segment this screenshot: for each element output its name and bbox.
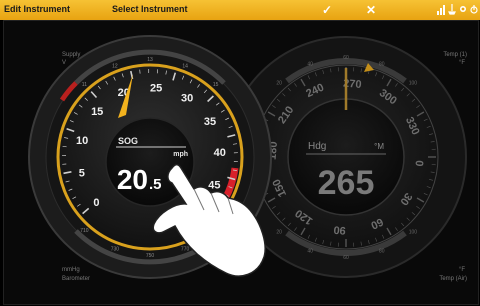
temp-air-scale-label: 60: [343, 255, 349, 261]
temp1-scale-label: 20: [276, 81, 282, 87]
sog-tick-label: 5: [79, 168, 85, 180]
barometer-scale-label: 730: [111, 247, 120, 253]
temp-air-scale-label: 40: [307, 248, 313, 254]
gauge-canvas: 0306090120150180210240 270300330204060801…: [28, 35, 467, 282]
sog-tick-label: 40: [214, 147, 226, 159]
sog-value-integer: 20: [117, 164, 148, 195]
temp-air-scale-label: 80: [379, 248, 385, 254]
supply-scale-label: 15: [213, 82, 219, 88]
barometer-scale-label: 710: [80, 228, 89, 234]
temp-air-label: Temp (Air): [439, 276, 467, 282]
supply-scale-label: 13: [147, 57, 153, 63]
heading-value: 265: [318, 164, 375, 202]
temp1-scale-label: 100: [409, 81, 418, 87]
sog-tick-label: 30: [181, 93, 193, 105]
sog-unit: mph: [173, 151, 188, 158]
barometer-unit: mmHg: [62, 267, 80, 273]
sog-tick-label: 10: [76, 135, 88, 147]
sog-value-decimal: .5: [149, 176, 162, 193]
sog-tick-label: 45: [208, 179, 220, 191]
temp1-label: Temp (1): [443, 52, 467, 58]
sog-tick-label: 0: [93, 197, 99, 209]
barometer-scale-label: 770: [181, 247, 190, 253]
sog-tick-label: 15: [91, 106, 103, 118]
supply-scale-label: 14: [182, 64, 188, 70]
heading-unit: °M: [374, 142, 384, 151]
supply-unit: V: [62, 60, 66, 66]
temp1-scale-label: 40: [307, 62, 313, 68]
temp-air-unit: °F: [459, 267, 465, 273]
sog-label: SOG: [118, 136, 138, 146]
barometer-scale-label: 750: [146, 253, 155, 259]
sog-tick-mark: [62, 145, 67, 148]
sog-tick-label: 25: [150, 82, 162, 94]
temp1-unit: °F: [459, 60, 465, 66]
temp-air-scale-label: 20: [276, 229, 282, 235]
heading-label: Hdg: [308, 141, 326, 152]
barometer-label: Barometer: [62, 276, 90, 282]
heading-tick-label: 0: [412, 160, 424, 167]
supply-scale-label: 12: [112, 64, 118, 70]
temp1-scale-label: 80: [379, 62, 385, 68]
temp-air-scale-label: 100: [409, 229, 418, 235]
supply-scale-label: 11: [82, 82, 87, 88]
sog-tick-label: 35: [204, 116, 216, 128]
supply-label: Supply: [62, 52, 80, 58]
heading-tick-label: 90: [333, 223, 346, 236]
temp1-scale-label: 60: [343, 55, 349, 61]
